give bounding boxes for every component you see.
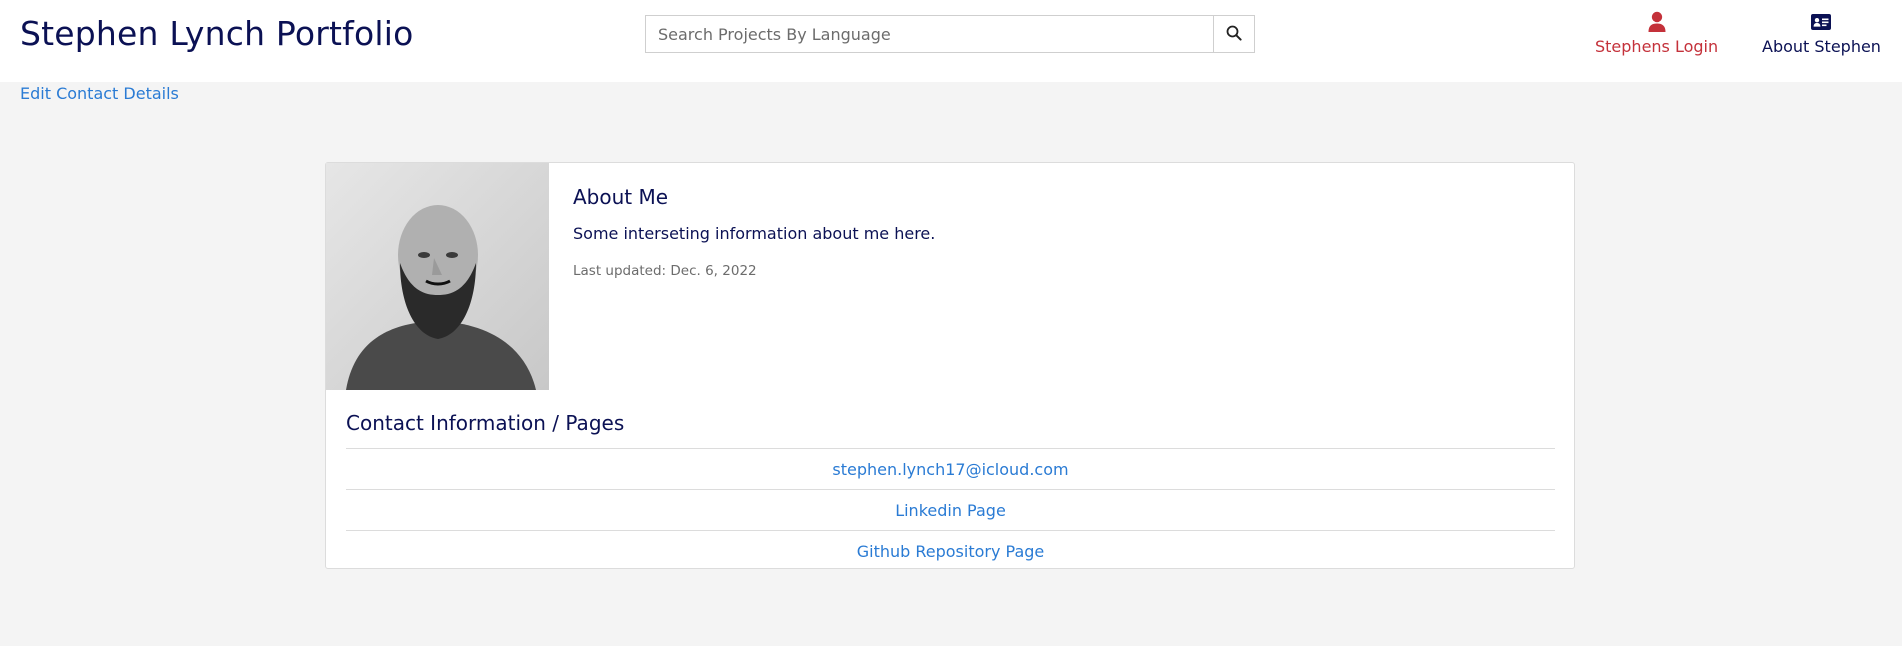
search-button[interactable] — [1213, 15, 1255, 53]
github-link[interactable]: Github Repository Page — [857, 542, 1045, 561]
last-updated: Last updated: Dec. 6, 2022 — [573, 263, 757, 279]
about-text: Some interseting information about me he… — [573, 224, 936, 243]
search-input[interactable] — [645, 15, 1213, 53]
about-label: About Stephen — [1762, 37, 1881, 56]
brand-link[interactable]: Stephen Lynch Portfolio — [20, 14, 413, 53]
contact-item-linkedin: Linkedin Page — [346, 489, 1555, 530]
navbar: Stephen Lynch Portfolio Stephens Login — [0, 0, 1902, 82]
profile-card: About Me Some interseting information ab… — [325, 162, 1575, 569]
user-icon — [1648, 10, 1666, 34]
about-section: About Me Some interseting information ab… — [573, 185, 1533, 279]
about-title: About Me — [573, 185, 669, 209]
contact-item-email: stephen.lynch17@icloud.com — [346, 448, 1555, 489]
search-bar — [645, 15, 1255, 53]
about-link[interactable]: About Stephen — [1762, 10, 1881, 56]
email-link[interactable]: stephen.lynch17@icloud.com — [832, 460, 1068, 479]
linkedin-link[interactable]: Linkedin Page — [895, 501, 1006, 520]
login-label: Stephens Login — [1595, 37, 1719, 56]
search-icon — [1226, 25, 1242, 44]
edit-contact-details-link[interactable]: Edit Contact Details — [20, 84, 179, 103]
contact-title: Contact Information / Pages — [346, 411, 625, 435]
contact-item-github: Github Repository Page — [346, 530, 1555, 571]
profile-photo — [326, 163, 549, 390]
id-card-icon — [1811, 10, 1832, 34]
login-link[interactable]: Stephens Login — [1595, 10, 1718, 56]
contact-section: Contact Information / Pages stephen.lync… — [346, 411, 1555, 571]
contact-list: stephen.lynch17@icloud.com Linkedin Page… — [346, 448, 1555, 571]
